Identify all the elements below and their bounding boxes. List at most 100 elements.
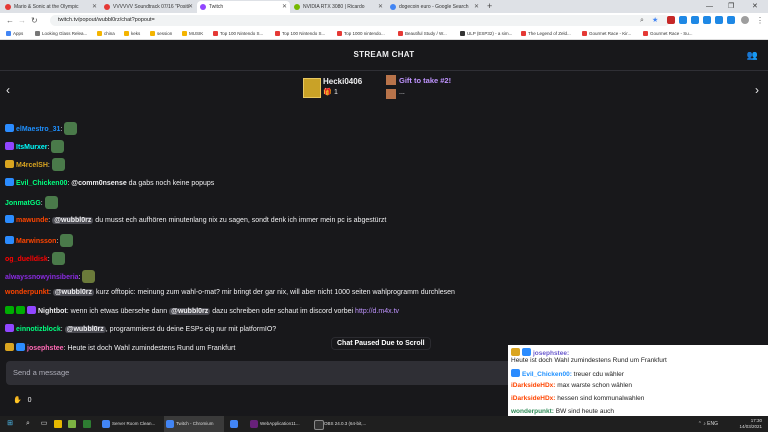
close-tab-icon[interactable]: ✕ [282, 1, 287, 13]
emote-icon [64, 122, 78, 135]
browser-tab[interactable]: dogecoin euro - Google Search ✕ [387, 1, 482, 13]
close-tab-icon[interactable]: ✕ [474, 1, 479, 13]
channel-points-icon: ✋ [13, 397, 22, 404]
bookmark-item[interactable]: Top 100 Nintendo S... [275, 29, 325, 38]
bookmark-item[interactable]: Gourmet Race - Su... [643, 29, 693, 38]
chat-message: og_duelldisk: [5, 252, 65, 265]
extension-icon[interactable] [691, 16, 699, 24]
file-explorer-icon[interactable] [54, 420, 62, 428]
extension-icon[interactable] [679, 16, 687, 24]
app-icon[interactable] [83, 420, 91, 428]
system-tray[interactable]: ⌃ ♪ ENG [698, 416, 718, 432]
browser-tab[interactable]: Mario & Sonic at the Olympic ✕ [2, 1, 100, 13]
channel-points[interactable]: ✋ 0 [13, 396, 32, 404]
reload-icon[interactable]: ↻ [31, 15, 38, 26]
folder-icon [150, 31, 155, 36]
taskbar-app[interactable]: OBS 24.0.3 (64-bit,... [312, 416, 374, 432]
mention[interactable]: @wubbl0rz [169, 308, 211, 315]
overlay-line: iDarksideHDx: max warste schon wählen [511, 382, 633, 389]
chat-message-list[interactable]: elMaestro_31: ItsMurxer: M4rcelSH: Evil_… [0, 111, 768, 356]
mention[interactable]: @wubbl0rz [52, 289, 95, 296]
chat-paused-button[interactable]: Chat Paused Due to Scroll [331, 337, 431, 350]
youtube-icon [398, 31, 403, 36]
chevron-left-icon[interactable]: ‹ [6, 83, 10, 97]
bookmark-item[interactable]: Gourmet Race - Kir... [582, 29, 631, 38]
gift-cta-link[interactable]: Gift to take #2! [399, 76, 451, 85]
bookmark-item[interactable]: Beautiful Study / W... [398, 29, 447, 38]
bookmark-item[interactable]: Top 100 Nintendo S... [213, 29, 263, 38]
bookmark-item[interactable]: china [97, 29, 115, 38]
forward-icon[interactable]: → [18, 15, 26, 26]
browser-tab[interactable]: NVIDIA RTX 3080 | Ricardo ✕ [291, 1, 386, 13]
menu-dots-icon[interactable]: ⋮ [756, 15, 764, 26]
users-icon[interactable]: 👥 [747, 50, 758, 61]
overlay-line: Evil_Chicken00: treuer cdu wähler [511, 369, 624, 379]
taskbar: ⊞ ⌕ ▭ Server Room Clean... Twitch - Chro… [0, 416, 768, 432]
extension-icon[interactable] [715, 16, 723, 24]
tab-favicon [200, 4, 206, 10]
browser-tab[interactable]: VVVVVV Soundtrack 07/16 "Positi ✕ [101, 1, 196, 13]
subscriber-badge-icon [16, 343, 25, 351]
browser-tab-active[interactable]: Twitch ✕ [197, 1, 290, 13]
new-tab-icon[interactable]: + [487, 0, 492, 13]
chat-header: STREAM CHAT 👥 [0, 40, 768, 71]
bookmark-item[interactable]: Top 1000 nintendo... [337, 29, 385, 38]
app-icon[interactable] [68, 420, 76, 428]
youtube-icon [337, 31, 342, 36]
taskbar-app-active[interactable]: Twitch - Chromium [164, 416, 224, 432]
chat-message: ItsMurxer: [5, 140, 65, 153]
emote-icon [51, 140, 65, 153]
search-icon[interactable]: ⌕ [24, 420, 32, 428]
maximize-icon[interactable]: ❐ [728, 0, 734, 13]
chat-title: STREAM CHAT [353, 50, 415, 59]
bookmark-item[interactable]: Looking Glass Relea... [35, 29, 87, 38]
close-tab-icon[interactable]: ✕ [92, 1, 97, 13]
mention[interactable]: @wubbl0rz [64, 326, 106, 333]
chromium-icon [102, 420, 110, 428]
taskbar-app[interactable] [228, 416, 244, 432]
extension-icon[interactable] [703, 16, 711, 24]
chromium-icon [230, 420, 238, 428]
bookmark-item[interactable]: session [150, 29, 172, 38]
subscriber-badge-icon [5, 124, 14, 132]
bookmark-item[interactable]: The Legend of Zeld... [521, 29, 571, 38]
subscriber-badge-icon [5, 324, 14, 332]
chevron-right-icon[interactable]: › [755, 83, 759, 97]
youtube-icon [213, 31, 218, 36]
extension-icon[interactable] [727, 16, 735, 24]
close-tab-icon[interactable]: ✕ [188, 1, 193, 13]
discord-link[interactable]: http://d.m4x.tv [355, 308, 399, 315]
close-window-icon[interactable]: ✕ [752, 0, 758, 13]
gift-more[interactable]: ... [399, 89, 405, 96]
folder-icon [124, 31, 129, 36]
star-icon[interactable]: ★ [652, 15, 658, 26]
emote-icon [60, 234, 74, 247]
chat-overlay-preview: josephstee: Heute ist doch Wahl zumindes… [508, 345, 768, 419]
mention[interactable]: @wubbl0rz [52, 217, 94, 224]
chat-input[interactable]: Send a message [6, 361, 518, 385]
bookmark-item[interactable]: Apps [6, 29, 23, 38]
bot-badge-icon [27, 306, 36, 314]
taskbar-app[interactable]: Server Room Clean... [100, 416, 162, 432]
url-bar[interactable]: twitch.tv/popout/wubbl0rz/chat?popout= [50, 15, 670, 26]
windows-start-icon[interactable]: ⊞ [6, 420, 14, 428]
extension-icon[interactable] [667, 16, 675, 24]
bookmark-item[interactable]: ULP (ESP32) - a sim... [460, 29, 512, 38]
profile-avatar[interactable] [741, 16, 749, 24]
subscriber-badge-icon [511, 369, 520, 377]
chat-message: alwayssnowyinsiberia: [5, 270, 96, 283]
task-view-icon[interactable]: ▭ [40, 420, 48, 428]
search-icon[interactable]: ⌕ [640, 15, 644, 26]
emote-icon [82, 270, 96, 283]
chat-message: elMaestro_31: [5, 122, 78, 135]
minimize-icon[interactable]: — [706, 0, 713, 13]
emote-icon [51, 252, 65, 265]
bookmark-item[interactable]: MUSIK [182, 29, 203, 38]
clock[interactable]: 17:30 14/03/2021 [739, 418, 762, 430]
moderator-badge-icon [5, 306, 14, 314]
folder-icon [182, 31, 187, 36]
bookmark-item[interactable]: keks [124, 29, 140, 38]
back-icon[interactable]: ← [6, 15, 14, 26]
taskbar-app[interactable]: WebApplication11... [248, 416, 310, 432]
close-tab-icon[interactable]: ✕ [378, 1, 383, 13]
